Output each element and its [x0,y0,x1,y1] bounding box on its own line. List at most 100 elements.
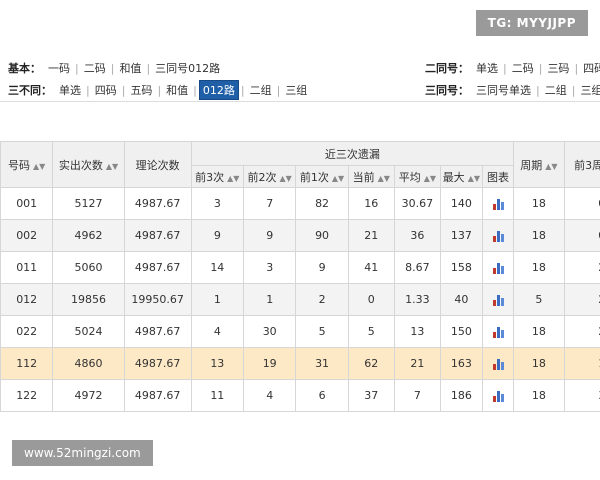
sort-icon[interactable]: ▲▼ [33,162,45,171]
filter-option[interactable]: 三同号012路 [152,59,223,77]
sort-icon[interactable]: ▲▼ [332,174,344,183]
chart-cell[interactable] [481,379,515,412]
table-row[interactable]: 11248604987.671319316221163 181 [0,347,600,380]
filter-option[interactable]: 和值 [163,81,191,99]
filter-option[interactable]: 单选 [473,59,501,77]
header-code[interactable]: 号码 ▲▼ [0,141,54,188]
bar-chart-icon[interactable] [492,262,504,274]
cell-max: 186 [439,379,483,412]
cell-avg: 7 [393,379,441,412]
table-row[interactable]: 0121985619950.6711201.334052 [0,283,600,316]
cell-period: 18 [513,379,565,412]
cell-avg: 8.67 [393,251,441,284]
filter-row-three-same: 三同号： 三同号单选 | 二组 | 三组 [425,80,600,100]
bar-chart-icon[interactable] [492,390,504,402]
subheader-cell[interactable]: 最大 ▲▼ [439,165,483,188]
cell-actual: 19856 [52,283,125,316]
filter-option[interactable]: 二码 [509,59,537,77]
filter-option[interactable]: 一码 [45,59,73,77]
cell-code: 002 [0,219,54,252]
cell-p3: 1 [190,283,245,316]
chart-cell[interactable] [481,219,515,252]
subheader-cell[interactable]: 前1次 ▲▼ [295,165,349,188]
cell-p3: 3 [190,187,245,220]
filter-option[interactable]: 四码 [580,59,600,77]
filter-label: 基本： [8,62,41,75]
cell-theory: 4987.67 [123,187,192,220]
header-prev3-period[interactable]: 前3周期▲▼ [563,141,600,188]
chart-cell[interactable] [481,187,515,220]
cell-cur: 62 [347,347,395,380]
filter-option[interactable]: 三组 [282,81,310,99]
subheader-cell[interactable]: 当前 ▲▼ [347,165,395,188]
chart-cell[interactable] [481,283,515,316]
sort-icon[interactable]: ▲▼ [545,162,557,171]
watermark-top: TG: MYYJJPP [475,10,588,36]
filter-option[interactable]: 三同号单选 [473,81,534,99]
sort-icon[interactable]: ▲▼ [468,174,480,183]
table-row[interactable]: 01150604987.671439418.67158 182 [0,251,600,284]
cell-code: 122 [0,379,54,412]
bar-chart-icon[interactable] [492,230,504,242]
cell-period: 5 [513,283,565,316]
filter-option[interactable]: 四码 [92,81,120,99]
bar-chart-icon[interactable] [492,294,504,306]
filter-option[interactable]: 单选 [56,81,84,99]
subheader-cell[interactable]: 前2次 ▲▼ [242,165,297,188]
filter-separator: | [538,61,543,75]
filter-option[interactable]: 012路 [198,80,239,100]
cell-prev3: 2 [563,315,600,348]
filter-option[interactable]: 二组 [247,81,275,99]
header-actual-count[interactable]: 实出次数 ▲▼ [52,141,125,188]
filter-label: 三不同： [8,84,52,97]
cell-max: 40 [439,283,483,316]
filter-row-two-same: 二同号： 单选 | 二码 | 三码 | 四码 [425,58,600,78]
cell-actual: 5024 [52,315,125,348]
filter-option[interactable]: 二码 [81,59,109,77]
cell-p1: 2 [295,283,349,316]
sort-icon[interactable]: ▲▼ [424,174,436,183]
chart-cell[interactable] [481,315,515,348]
cell-max: 163 [439,347,483,380]
chart-cell[interactable] [481,347,515,380]
cell-cur: 21 [347,219,395,252]
omission-table-container: 号码▲▼ 实出次数▲▼ 理论次数 近三次遗漏 周期▲▼ 前3周期▲▼ 前3次▲▼… [0,141,600,413]
sort-icon[interactable]: ▲▼ [227,174,239,183]
header-theory-count[interactable]: 理论次数 [123,141,192,188]
filter-option[interactable]: 三组 [577,81,600,99]
filter-separator: | [86,83,90,97]
cell-max: 158 [439,251,483,284]
cell-code: 001 [0,187,54,220]
cell-cur: 0 [347,283,395,316]
cell-actual: 5127 [52,187,125,220]
sort-icon[interactable]: ▲▼ [280,174,292,183]
filter-separator: | [75,61,79,75]
filter-separator: | [193,83,197,97]
table-row[interactable]: 02250244987.674305513150182 [0,315,600,348]
cell-p2: 7 [242,187,297,220]
chart-cell[interactable] [481,251,515,284]
filter-separator: | [503,61,507,75]
cell-code: 112 [0,347,54,380]
bar-chart-icon[interactable] [492,326,504,338]
bar-chart-icon[interactable] [492,198,504,210]
cell-p2: 3 [242,251,297,284]
filter-separator: | [276,83,281,97]
filter-option[interactable]: 二组 [542,81,570,99]
filter-option[interactable]: 和值 [116,59,144,77]
cell-period: 18 [513,219,565,252]
subheader-cell[interactable]: 平均 ▲▼ [393,165,441,188]
filter-option[interactable]: 五码 [127,81,155,99]
table-row[interactable]: 12249724987.671146377186 183 [0,379,600,412]
sort-icon[interactable]: ▲▼ [378,174,390,183]
filter-option[interactable]: 三码 [544,59,572,77]
filter-separator: | [121,83,126,97]
filter-label: 二同号： [425,62,469,75]
bar-chart-icon[interactable] [492,358,504,370]
sort-icon[interactable]: ▲▼ [106,162,118,171]
table-row[interactable]: 00249624987.6799902136137180 [0,219,600,252]
subheader-cell[interactable]: 前3次 ▲▼ [190,165,245,188]
header-period[interactable]: 周期 ▲▼ [513,141,565,188]
filter-separator: | [146,61,151,75]
table-row[interactable]: 00151274987.6737821630.67140 180 [0,187,600,220]
